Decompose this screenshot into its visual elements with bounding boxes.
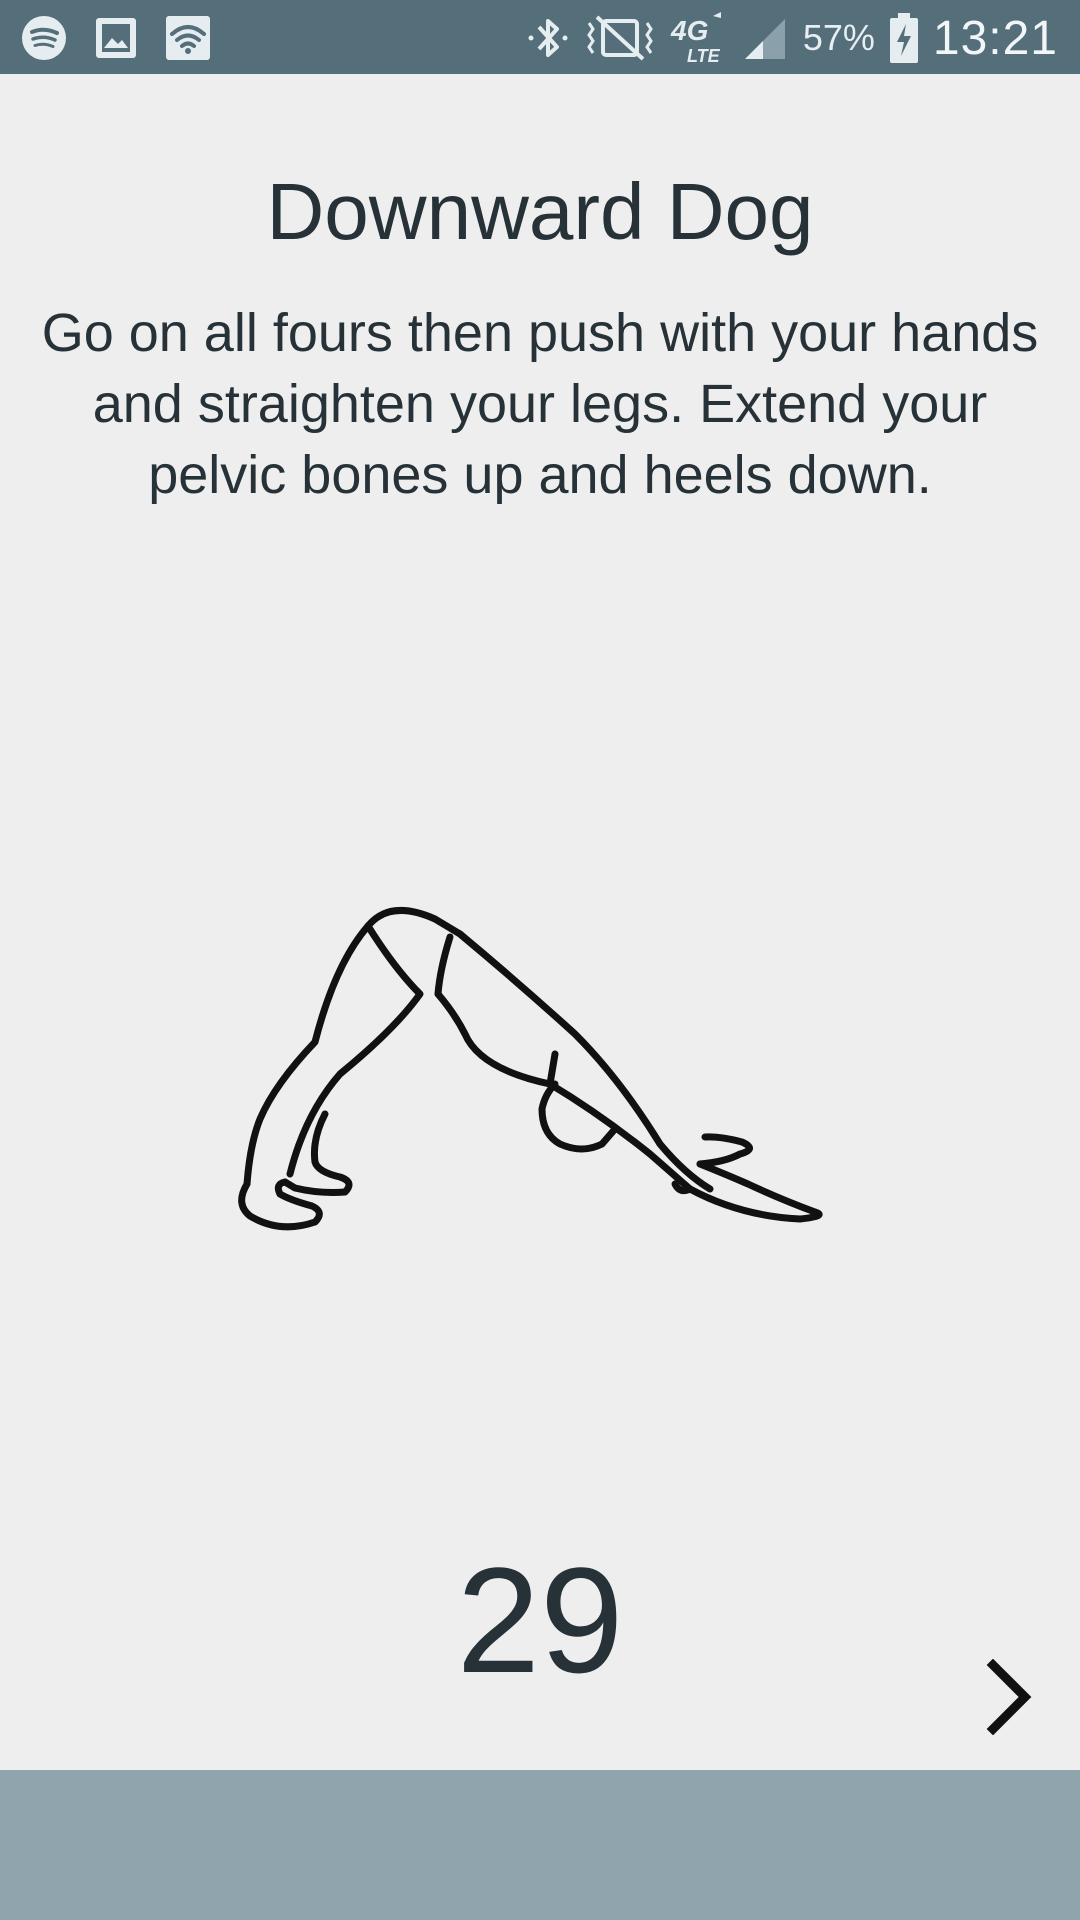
bottom-bar xyxy=(0,1770,1080,1920)
spotify-icon xyxy=(22,16,66,60)
status-bar: 4G LTE 57% 13:21 xyxy=(0,0,1080,74)
bluetooth-icon xyxy=(528,19,568,57)
chevron-right-icon xyxy=(986,1659,1032,1735)
gallery-icon xyxy=(96,18,136,58)
downward-dog-pose-icon xyxy=(238,907,823,1231)
battery-charging-icon xyxy=(889,13,918,63)
system-icons: 4G LTE 57% 13:21 xyxy=(525,8,1058,68)
vibrate-mute-icon xyxy=(587,15,653,61)
exercise-screen: Downward Dog Go on all fours then push w… xyxy=(0,74,1080,1770)
exercise-title: Downward Dog xyxy=(266,167,814,256)
exercise-description: Go on all fours then push with your hand… xyxy=(41,303,1039,505)
notification-icons xyxy=(20,14,212,62)
network-sub-label: LTE xyxy=(687,46,721,66)
signal-icon xyxy=(744,19,785,59)
battery-percent: 57% xyxy=(802,17,875,58)
network-label: 4G xyxy=(670,15,708,46)
wifi-icon xyxy=(166,16,210,60)
next-exercise-button[interactable] xyxy=(960,1642,1060,1752)
countdown-timer: 29 xyxy=(456,1536,624,1704)
4g-lte-icon: 4G LTE xyxy=(670,12,721,66)
clock: 13:21 xyxy=(932,11,1058,65)
